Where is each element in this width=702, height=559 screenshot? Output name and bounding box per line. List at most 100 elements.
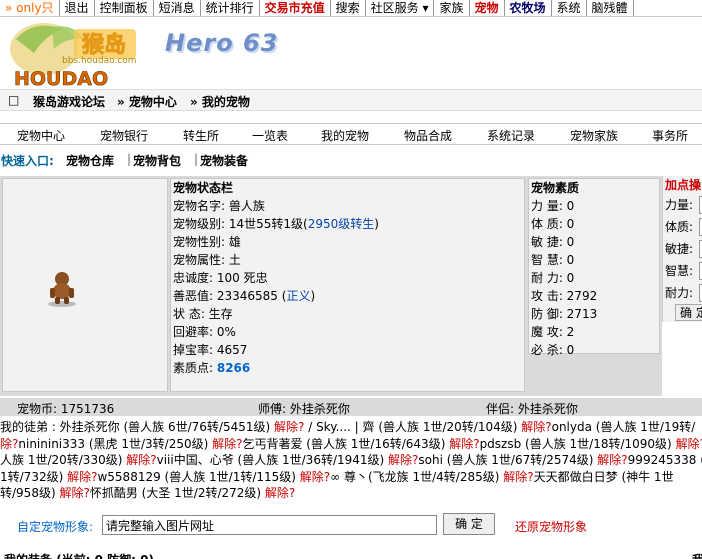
topnav-item[interactable]: 统计排行 <box>201 0 260 16</box>
disciple-text: ∞ 尊丶(飞龙族 1世/4转/285级) <box>330 469 504 484</box>
topnav-item[interactable]: 短消息 <box>154 0 201 16</box>
topnav-item[interactable]: 交易市充值 <box>260 0 331 16</box>
release-disciple-link[interactable]: 解除? <box>503 470 533 484</box>
image-url-input[interactable] <box>102 515 437 535</box>
disciple-text: 999245338 (灵 <box>627 453 702 467</box>
status-name: 宠物名字: 兽人族 <box>173 199 265 213</box>
release-disciple-link[interactable]: 解除? <box>521 420 551 434</box>
status-attribute: 宠物属性: 土 <box>173 253 241 267</box>
banner-title: Hero 63 <box>165 29 279 57</box>
nav-rebirth[interactable]: 转生所 <box>183 127 219 144</box>
disciple-text: 怀抓酷男 (大圣 1世/2转/272级) <box>89 486 265 500</box>
status-title: 宠物状态栏 <box>173 181 234 195</box>
topnav-item[interactable]: 退出 <box>60 0 95 16</box>
nav-system-log[interactable]: 系统记录 <box>487 127 535 144</box>
stat-bar: 宠物币: 1751736 师傅: 外挂杀死你 伴侣: 外挂杀死你 <box>0 398 702 416</box>
quality-magic: 魔 攻: 2 <box>531 325 575 339</box>
quality-endurance: 耐 力: 0 <box>531 271 575 285</box>
status-evade: 回避率: 0% <box>173 325 236 339</box>
topnav-item[interactable]: » only只 <box>0 0 60 16</box>
rebirth-link[interactable]: 2950级转生 <box>308 217 375 231</box>
release-disciple-link[interactable]: 除? <box>0 437 18 451</box>
status-karma: 善恶值: 23346585 (正义) <box>173 289 316 303</box>
pet-image <box>48 272 76 307</box>
release-disciple-link[interactable]: 解除? <box>274 420 304 434</box>
breadcrumb-pet-center[interactable]: » 宠物中心 <box>117 93 177 110</box>
disciple-text: nininini333 (黑虎 1世/3转/250级) <box>18 436 213 451</box>
status-state: 状 态: 生存 <box>173 307 233 321</box>
quick-warehouse[interactable]: 宠物仓库 <box>66 152 114 169</box>
release-disciple-link[interactable]: 解除? <box>67 470 97 484</box>
release-disciple-link[interactable]: 解除? <box>265 486 295 500</box>
release-disciple-link[interactable]: 解除? <box>388 453 418 467</box>
breadcrumb-my-pet: » 我的宠物 <box>190 95 250 109</box>
add-agility-label: 敏捷: <box>665 242 694 256</box>
disciple-text: sohi (兽人族 1世/67转/2574级) <box>418 453 598 467</box>
disciple-line: 转/958级) 解除?怀抓酷男 (大圣 1世/2转/272级) 解除? <box>0 485 702 502</box>
equipment-title: 我的装备 (当前: 0 防御: 0) <box>4 551 154 559</box>
release-disciple-link[interactable]: 解除? <box>676 437 702 451</box>
release-disciple-link[interactable]: 解除? <box>300 470 330 484</box>
quick-bag[interactable]: 宠物背包 <box>133 152 181 169</box>
quality-wisdom: 智 慧: 0 <box>531 253 575 267</box>
quality-strength: 力 量: 0 <box>531 199 575 213</box>
add-endurance-label: 耐力: <box>665 286 694 300</box>
custom-image-confirm-button[interactable]: 确 定 <box>443 513 495 535</box>
status-gender: 宠物性别: 雄 <box>173 235 241 249</box>
topnav-item[interactable]: 系统 <box>552 0 587 16</box>
nav-pet-family[interactable]: 宠物家族 <box>570 127 618 144</box>
nav-my-pet[interactable]: 我的宠物 <box>321 127 369 144</box>
nav-overview[interactable]: 一览表 <box>252 127 288 144</box>
disciple-text: / Sky.... | 齊 (兽人族 1世/20转/104级) <box>304 420 522 434</box>
release-disciple-link[interactable]: 解除? <box>212 437 242 451</box>
topnav-item[interactable]: 农牧场 <box>505 0 552 16</box>
topnav-item[interactable]: 家族 <box>434 0 470 16</box>
partner-info: 伴侣: 外挂杀死你 <box>486 402 578 416</box>
disciple-text: onlyda (兽人族 1世/19转/ <box>551 420 696 434</box>
disciple-line: 我的徒弟 : 外挂杀死你 (兽人族 6世/76转/5451级) 解除? / Sk… <box>0 419 702 436</box>
quality-critical: 必 杀: 0 <box>531 343 575 357</box>
disciple-line: 人族 1世/20转/330级) 解除?viii中国、心爷 (兽人族 1世/36转… <box>0 452 702 469</box>
add-constitution-label: 体质: <box>665 220 694 234</box>
nav-pet-center[interactable]: 宠物中心 <box>17 127 65 144</box>
points-value: 8266 <box>216 361 251 375</box>
topnav-item[interactable]: 社区服务 ▾ <box>366 0 435 16</box>
disciple-line: 除?nininini333 (黑虎 1世/3转/250级) 解除?乞丐背著爱 (… <box>0 436 702 453</box>
status-drop: 掉宝率: 4657 <box>173 343 248 357</box>
status-loyalty: 忠诚度: 100 死忠 <box>173 271 268 285</box>
nav-pet-bank[interactable]: 宠物银行 <box>100 127 148 144</box>
topnav-item[interactable]: 搜索 <box>331 0 366 16</box>
disciple-text: w5588129 (兽人族 1世/1转/115级) <box>97 469 300 484</box>
disciple-text: 我的徒弟 : 外挂杀死你 (兽人族 6世/76转/5451级) <box>0 420 275 434</box>
disciple-text: viii中国、心爷 (兽人族 1世/36转/1941级) <box>156 453 389 467</box>
topnav-item[interactable]: 控制面板 <box>95 0 154 16</box>
nav-synthesis[interactable]: 物品合成 <box>404 127 452 144</box>
disciple-line: 1转/732级) 解除?w5588129 (兽人族 1世/1转/115级) 解除… <box>0 469 702 486</box>
pet-nav: 宠物中心 宠物银行 转生所 一览表 我的宠物 物品合成 系统记录 宠物家族 事务… <box>0 123 702 145</box>
status-points: 素质点: 8266 <box>173 361 251 375</box>
top-nav: » only只 退出 控制面板 短消息 统计排行 交易市充值 搜索 社区服务 ▾ 家族 宠物 农牧场… <box>0 0 702 17</box>
release-disciple-link[interactable]: 解除? <box>59 486 89 500</box>
quality-attack: 攻 击: 2792 <box>531 289 598 303</box>
quality-constitution: 体 质: 0 <box>531 217 575 231</box>
release-disciple-link[interactable]: 解除? <box>449 437 479 451</box>
pet-image-box <box>2 178 168 392</box>
disciples-list: 我的徒弟 : 外挂杀死你 (兽人族 6世/76转/5451级) 解除? / Sk… <box>0 419 702 503</box>
topnav-item[interactable]: 宠物 <box>470 0 505 16</box>
breadcrumb: □ 猴岛游戏论坛 » 宠物中心 » 我的宠物 <box>0 89 702 111</box>
houdao-logo[interactable]: 猴岛 HOUDAO bbs.houdao.com <box>4 19 154 91</box>
release-disciple-link[interactable]: 解除? <box>597 453 627 467</box>
restore-image-link[interactable]: 还原宠物形象 <box>515 518 587 535</box>
quality-box: 宠物素质 力 量: 0 体 质: 0 敏 捷: 0 智 慧: 0 耐 力: 0 … <box>528 178 660 357</box>
quick-label: 快速入口: <box>1 154 54 168</box>
release-disciple-link[interactable]: 解除? <box>126 453 156 467</box>
quality-title: 宠物素质 <box>531 181 580 195</box>
svg-text:HOUDAO: HOUDAO <box>14 68 108 90</box>
add-strength-label: 力量: <box>665 198 694 212</box>
topnav-item[interactable]: 脑残體 <box>587 0 634 16</box>
nav-office[interactable]: 事务所 <box>652 127 688 144</box>
quick-sep: | <box>127 152 132 166</box>
quick-equipment[interactable]: 宠物装备 <box>200 152 248 169</box>
breadcrumb-forum[interactable]: 猴岛游戏论坛 <box>33 93 105 110</box>
add-points-confirm-button[interactable]: 确 定 <box>675 304 702 321</box>
